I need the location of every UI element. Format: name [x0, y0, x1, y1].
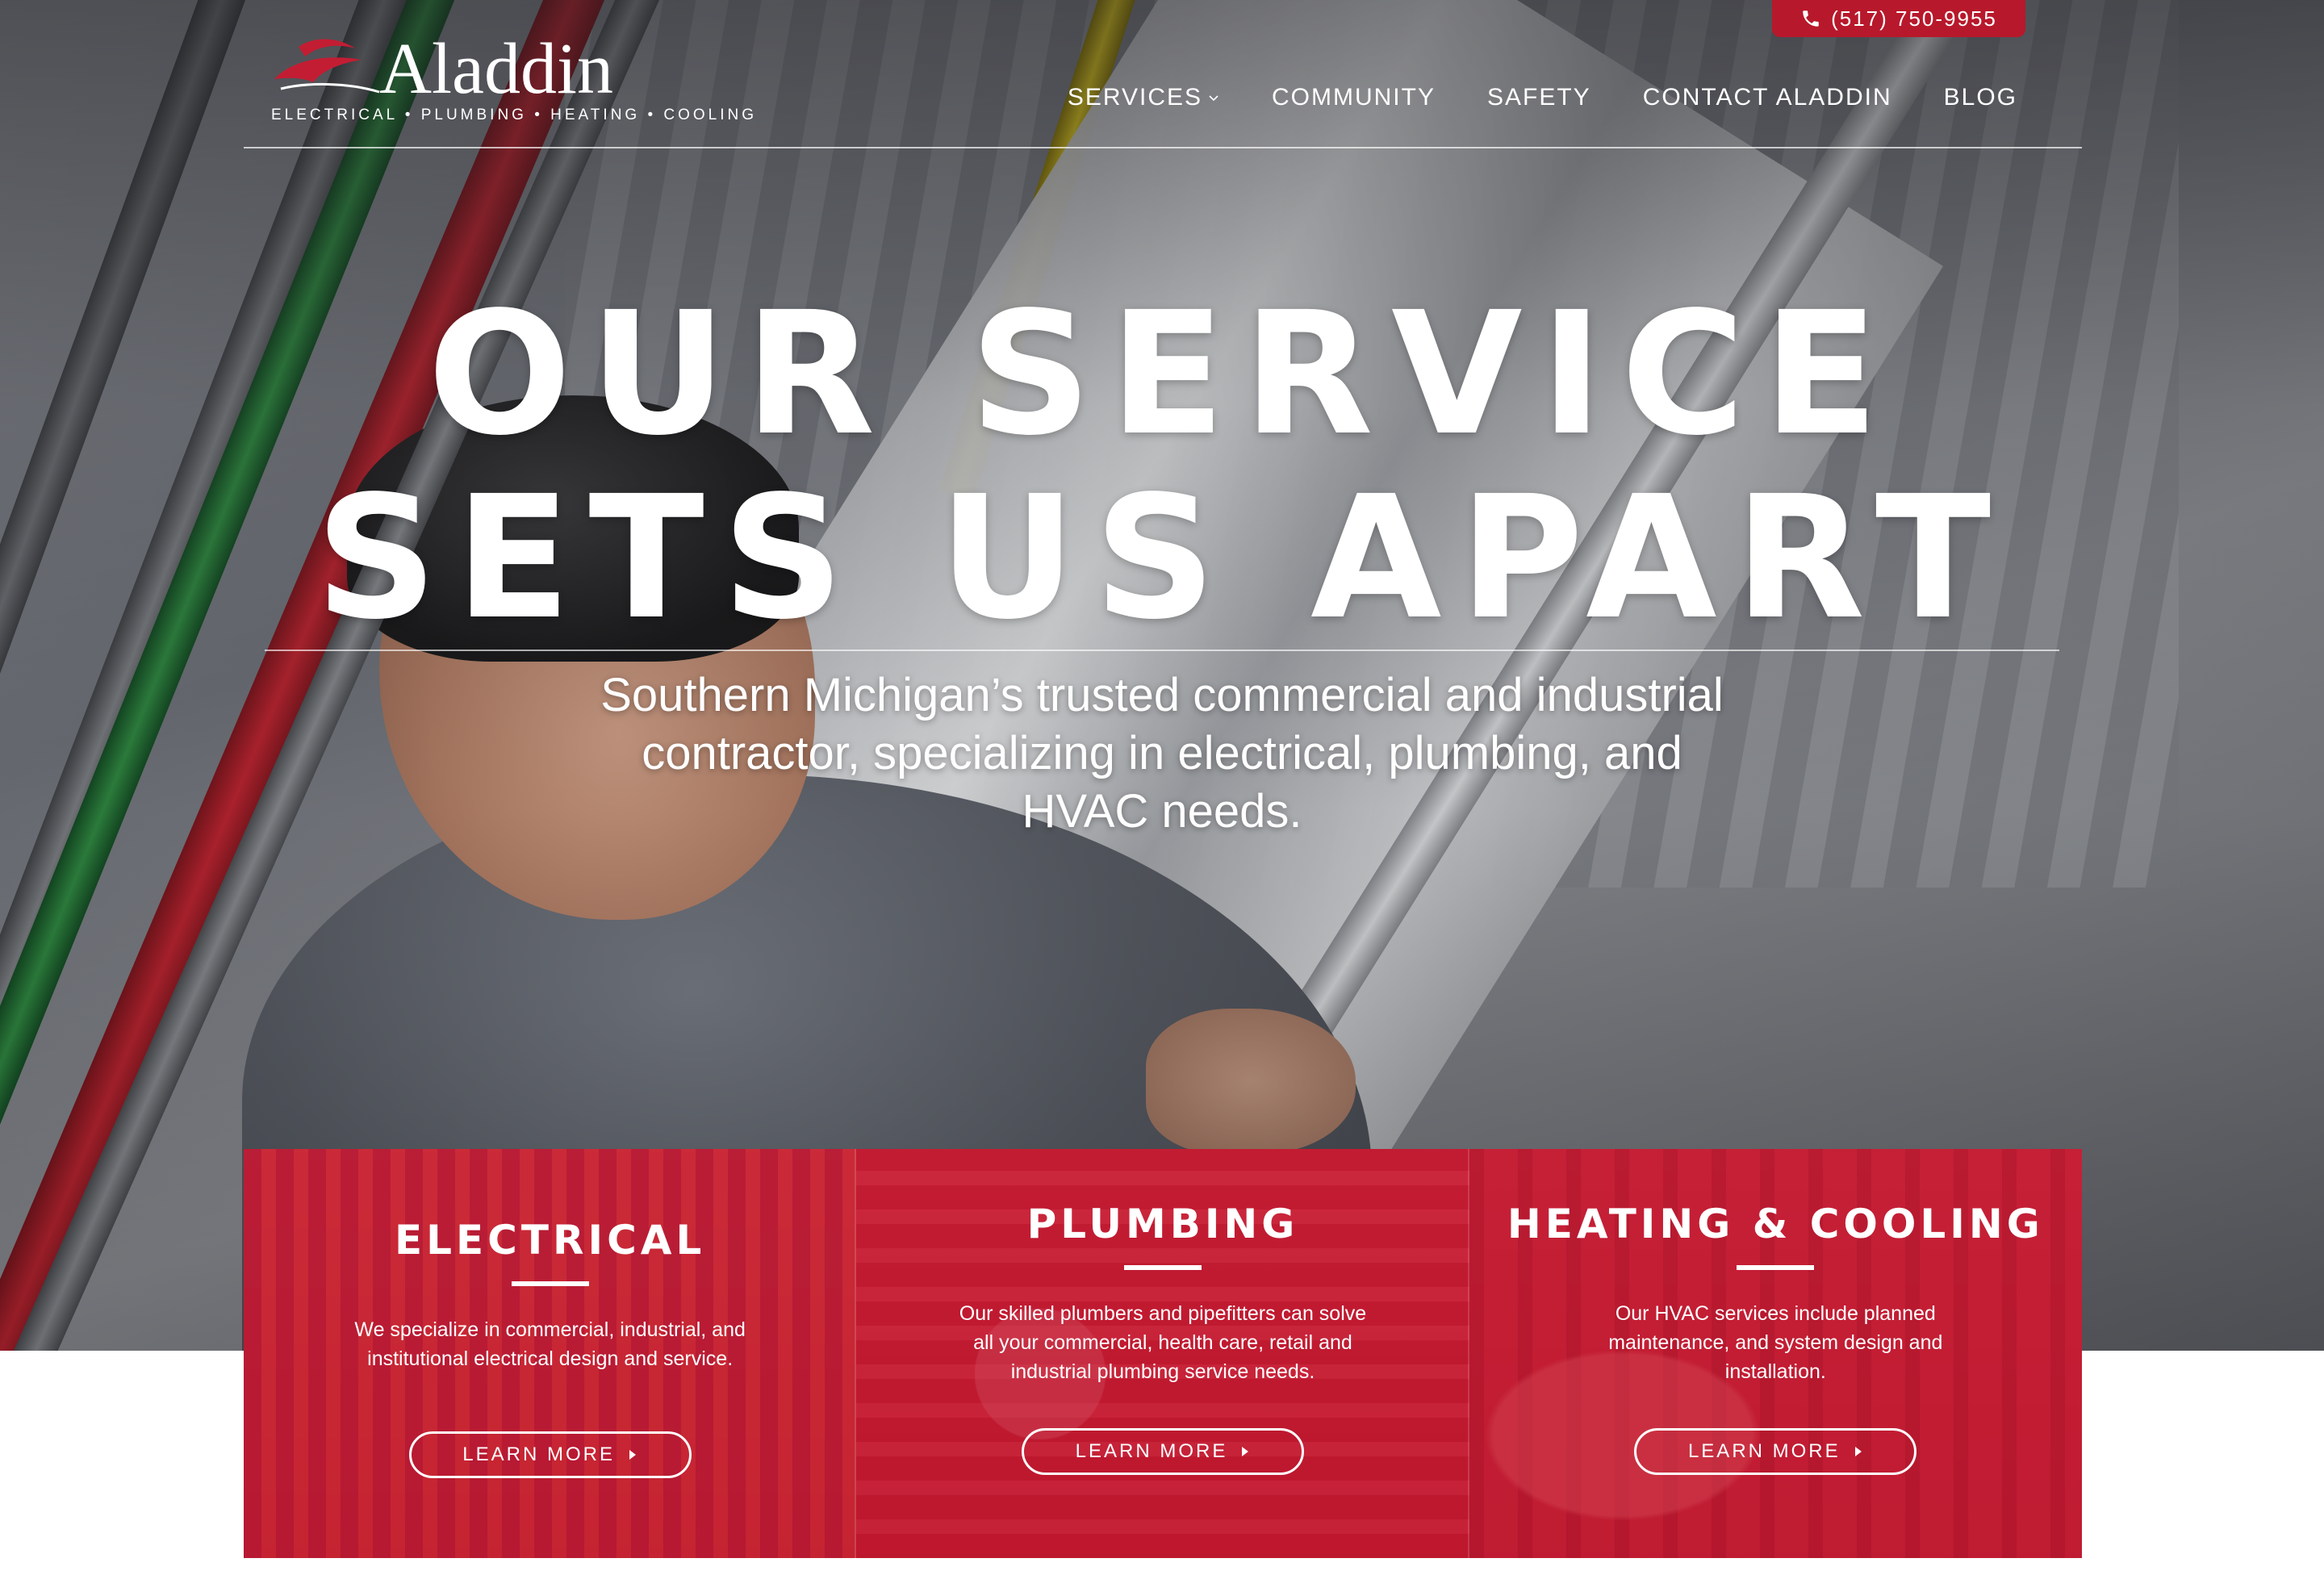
button-label: LEARN MORE	[1075, 1440, 1228, 1462]
service-card-electrical: ELECTRICAL We specialize in commercial, …	[244, 1149, 857, 1558]
nav-item-community[interactable]: COMMUNITY	[1272, 84, 1436, 111]
service-card-heating-cooling: HEATING & COOLING Our HVAC services incl…	[1469, 1149, 2082, 1558]
header-divider	[244, 147, 2082, 148]
hero-divider	[265, 650, 2059, 651]
nav-item-services[interactable]: SERVICES	[1068, 84, 1220, 111]
phone-button[interactable]: (517) 750-9955	[1772, 0, 2025, 37]
learn-more-hvac-button[interactable]: LEARN MORE	[1634, 1428, 1917, 1475]
page: (517) 750-9955 Aladdin ELECTRICAL • PLUM…	[0, 0, 2324, 1575]
title-underline	[1123, 1265, 1202, 1270]
phone-icon	[1803, 10, 1819, 27]
logo-brand-text: Aladdin	[379, 29, 613, 109]
hero-subtitle: Southern Michigan’s trusted commercial a…	[600, 669, 1724, 838]
nav-item-label: CONTACT ALADDIN	[1642, 84, 1892, 111]
nav-item-label: SERVICES	[1067, 84, 1202, 111]
hero-title-line-2: SETS US APART	[315, 459, 2009, 657]
nav-item-blog[interactable]: BLOG	[1944, 84, 2017, 111]
service-card-plumbing: PLUMBING Our skilled plumbers and pipefi…	[856, 1149, 1469, 1558]
logo-swoosh-icon	[274, 39, 380, 94]
nav-item-label: SAFETY	[1486, 84, 1591, 111]
service-card-description: We specialize in commercial, industrial,…	[354, 1318, 746, 1370]
chevron-down-icon	[1209, 95, 1218, 102]
button-label: LEARN MORE	[462, 1443, 615, 1465]
learn-more-plumbing-button[interactable]: LEARN MORE	[1021, 1428, 1304, 1475]
logo-tagline: ELECTRICAL • PLUMBING • HEATING • COOLIN…	[271, 107, 758, 123]
logo[interactable]: Aladdin ELECTRICAL • PLUMBING • HEATING …	[266, 29, 754, 134]
nav-item-label: COMMUNITY	[1272, 84, 1436, 111]
service-card-description: Our skilled plumbers and pipefitters can…	[959, 1302, 1367, 1383]
learn-more-electrical-button[interactable]: LEARN MORE	[408, 1431, 692, 1478]
hero-title: OUR SERVICE SETS US APART	[0, 282, 2324, 650]
caret-right-icon	[629, 1450, 636, 1460]
caret-right-icon	[1854, 1447, 1862, 1456]
services-cards: ELECTRICAL We specialize in commercial, …	[244, 1149, 2082, 1558]
nav-item-label: BLOG	[1943, 84, 2017, 111]
hero-title-line-1: OUR SERVICE	[427, 275, 1897, 473]
main-nav: SERVICES COMMUNITY SAFETY CONTACT ALADDI…	[1068, 84, 2017, 111]
caret-right-icon	[1242, 1447, 1249, 1456]
service-card-title: PLUMBING	[1026, 1201, 1299, 1247]
phone-number: (517) 750-9955	[1831, 6, 1997, 31]
service-card-title: ELECTRICAL	[395, 1217, 706, 1264]
button-label: LEARN MORE	[1687, 1440, 1841, 1462]
title-underline	[1737, 1265, 1815, 1270]
title-underline	[511, 1281, 589, 1286]
nav-item-contact[interactable]: CONTACT ALADDIN	[1643, 84, 1892, 111]
service-card-description: Our HVAC services include planned mainte…	[1608, 1302, 1943, 1383]
nav-item-safety[interactable]: SAFETY	[1487, 84, 1591, 111]
service-card-title: HEATING & COOLING	[1507, 1201, 2044, 1247]
